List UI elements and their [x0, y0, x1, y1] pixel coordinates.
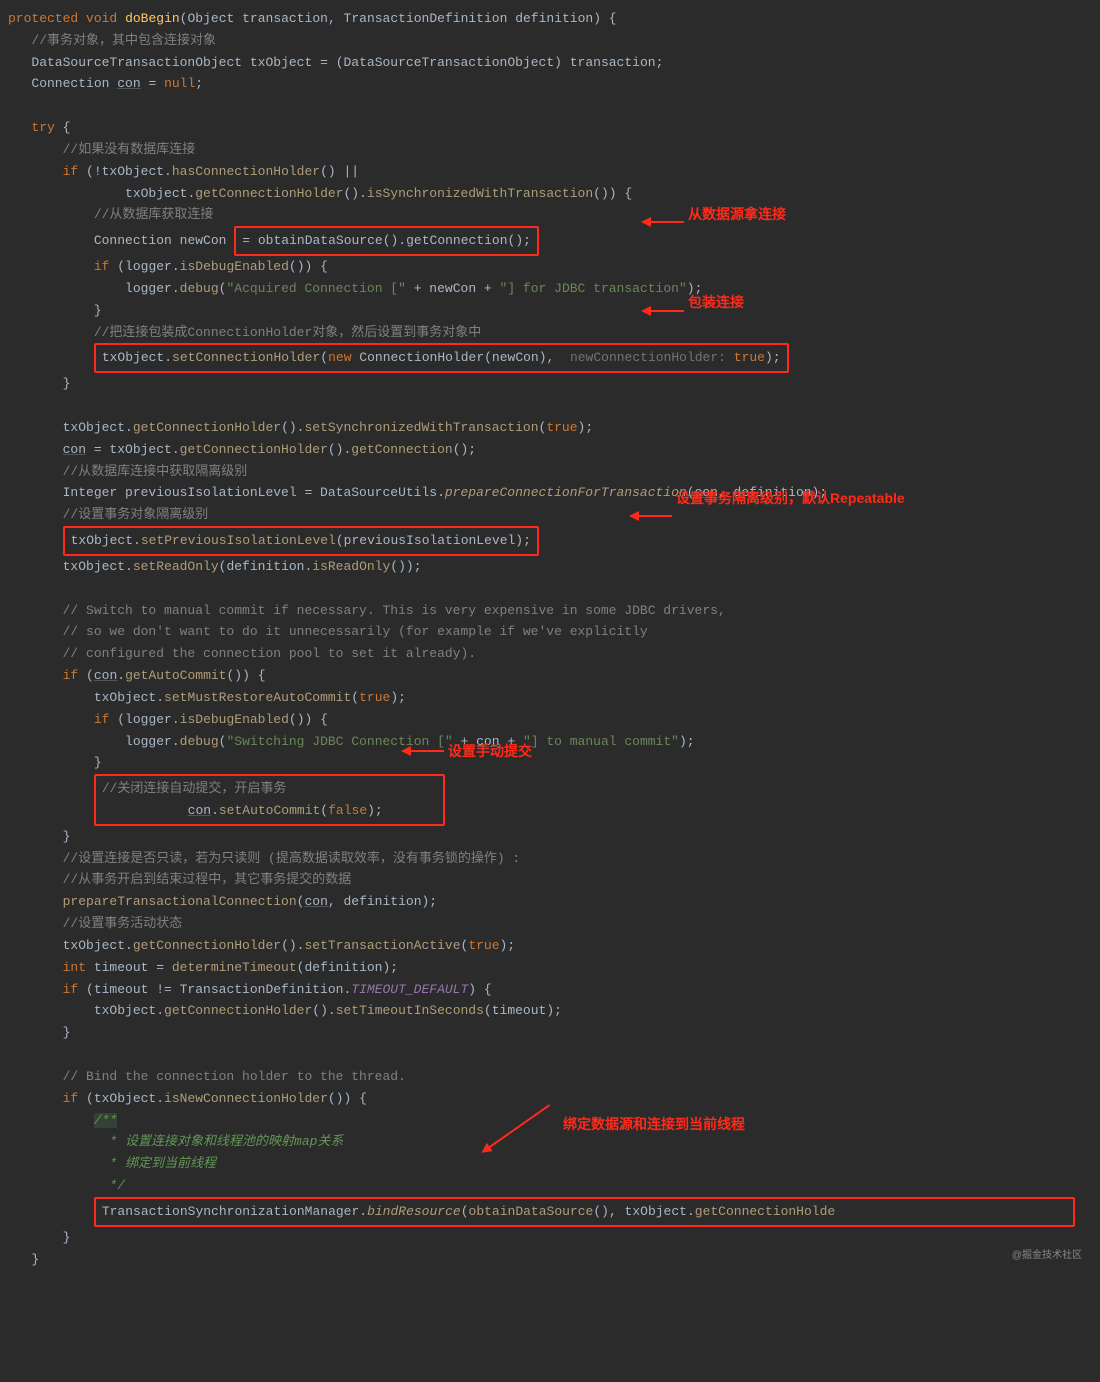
arrow-icon	[644, 221, 684, 223]
annotation-wrap: 包装连接	[688, 291, 744, 315]
box-isolation-level: txObject.setPreviousIsolationLevel(previ…	[63, 526, 539, 556]
box-bind-resource: TransactionSynchronizationManager.bindRe…	[94, 1197, 1075, 1227]
box-set-connection-holder: txObject.setConnectionHolder(new Connect…	[94, 343, 789, 373]
code-block: protected void doBegin(Object transactio…	[8, 8, 1092, 1270]
annotation-manual: 设置手动提交	[448, 740, 532, 764]
annotation-bind: 绑定数据源和连接到当前线程	[563, 1113, 745, 1137]
arrow-icon	[404, 750, 444, 752]
box-obtain-connection: = obtainDataSource().getConnection();	[234, 226, 539, 256]
arrow-icon	[644, 310, 684, 312]
annotation-isolation: 设置事务隔离级别，默认Repeatable	[676, 487, 905, 511]
box-auto-commit: //关闭连接自动提交，开启事务 con.setAutoCommit(false)…	[94, 774, 445, 826]
watermark: @掘金技术社区	[1012, 1248, 1082, 1265]
code-editor[interactable]: protected void doBegin(Object transactio…	[8, 8, 1092, 1270]
arrow-icon	[632, 515, 672, 517]
annotation-obtain: 从数据源拿连接	[688, 203, 786, 227]
